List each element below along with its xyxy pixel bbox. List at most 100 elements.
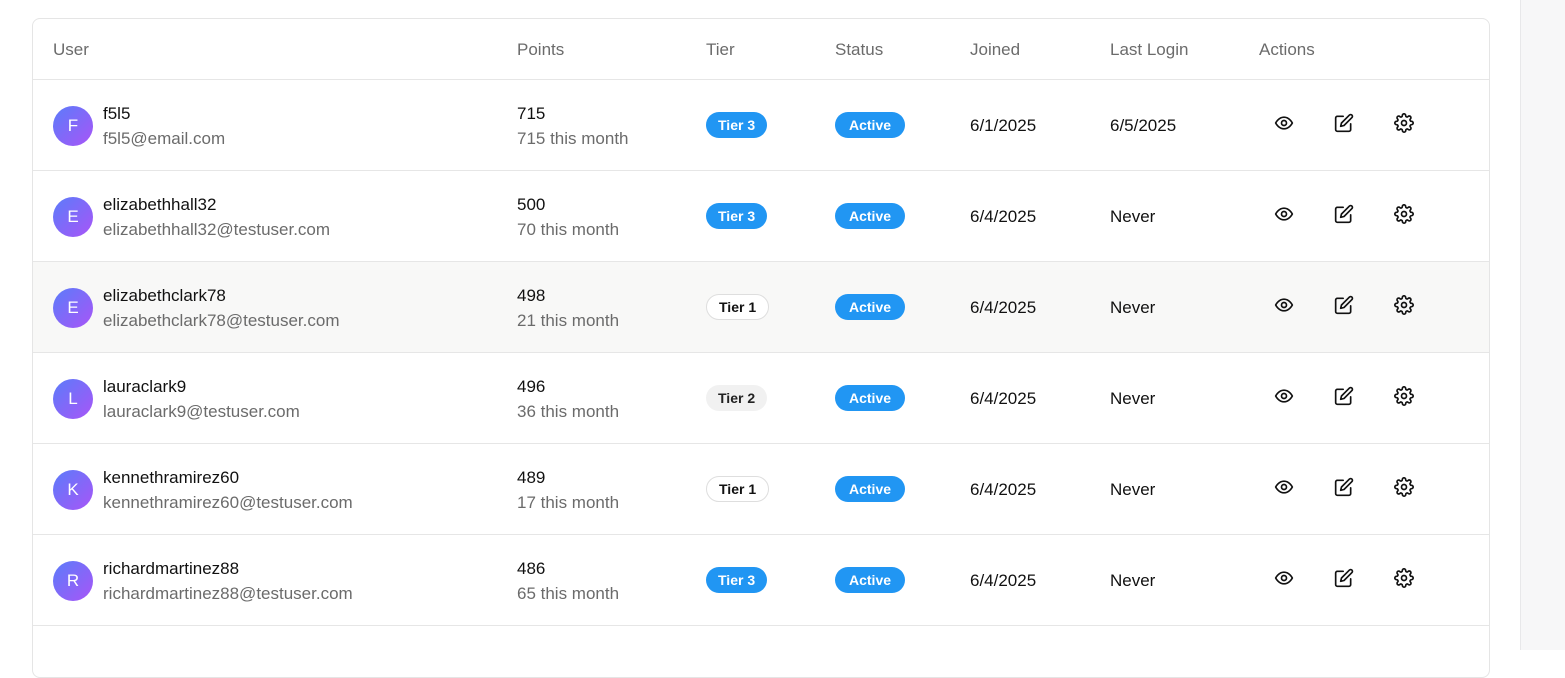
header-last-login[interactable]: Last Login [1110,40,1188,60]
view-button[interactable] [1272,204,1296,228]
last-login-date: Never [1110,207,1156,226]
edit-icon [1334,386,1354,411]
users-table: User Points Tier Status Joined Last Logi… [32,18,1490,678]
username: elizabethhall32 [103,195,217,214]
joined-date: 6/1/2025 [970,116,1037,135]
eye-icon [1274,204,1294,229]
header-joined[interactable]: Joined [970,40,1020,60]
status-badge: Active [835,203,906,229]
points-this-month: 17 this month [517,493,620,512]
last-login-date: 6/5/2025 [1110,116,1177,135]
header-user[interactable]: User [53,40,89,60]
points-this-month: 70 this month [517,220,620,239]
avatar: R [53,561,93,601]
avatar: F [53,106,93,146]
user-email: f5l5@email.com [103,129,226,148]
joined-date: 6/4/2025 [970,207,1037,226]
view-button[interactable] [1272,295,1296,319]
gear-icon [1394,203,1414,229]
status-badge: Active [835,476,906,502]
edit-icon [1334,295,1354,320]
eye-icon [1274,568,1294,593]
last-login-date: Never [1110,298,1156,317]
header-actions: Actions [1259,40,1315,59]
last-login-date: Never [1110,389,1156,408]
gear-icon [1394,385,1414,411]
points-total: 486 [517,559,546,578]
table-row: Ff5l5 f5l5@email.com 715 715 this month Tier… [33,80,1489,171]
table-row: Kkennethramirez60 kennethramirez60@testus… [33,444,1489,535]
username: f5l5 [103,104,131,123]
edit-button[interactable] [1332,204,1356,228]
edit-button[interactable] [1332,113,1356,137]
tier-badge: Tier 3 [706,112,768,138]
username: kennethramirez60 [103,468,240,487]
settings-button[interactable] [1392,476,1416,501]
avatar: E [53,197,93,237]
status-badge: Active [835,385,906,411]
username: richardmartinez88 [103,559,240,578]
eye-icon [1274,295,1294,320]
joined-date: 6/4/2025 [970,571,1037,590]
settings-button[interactable] [1392,112,1416,138]
points-this-month: 36 this month [517,402,620,421]
view-button[interactable] [1272,568,1296,592]
table-row: Rrichardmartinez88 richardmartinez88@test… [33,535,1489,626]
last-login-date: Never [1110,480,1156,499]
username: elizabethclark78 [103,286,226,305]
last-login-date: Never [1110,571,1156,590]
settings-button[interactable] [1392,385,1416,411]
user-email: elizabethhall32@testuser.com [103,220,331,239]
points-total: 500 [517,195,546,214]
edit-button[interactable] [1332,386,1356,410]
view-button[interactable] [1272,113,1296,137]
user-email: elizabethclark78@testuser.com [103,311,340,330]
edit-icon [1334,113,1354,138]
avatar: K [53,470,93,510]
tier-badge: Tier 3 [706,203,768,229]
points-total: 715 [517,104,546,123]
user-email: richardmartinez88@testuser.com [103,584,353,603]
tier-badge: Tier 1 [706,476,770,502]
edit-button[interactable] [1332,477,1356,501]
settings-button[interactable] [1392,294,1416,320]
user-email: lauraclark9@testuser.com [103,402,300,421]
eye-icon [1274,386,1294,411]
edit-button[interactable] [1332,568,1356,592]
table-header-row: User Points Tier Status Joined Last Logi… [33,19,1489,80]
right-scroll-gutter [1520,0,1565,650]
eye-icon [1274,477,1294,502]
tier-badge: Tier 3 [706,567,768,593]
view-button[interactable] [1272,386,1296,410]
header-tier[interactable]: Tier [706,40,735,60]
eye-icon [1274,113,1294,138]
table-row: Llauraclark9 lauraclark9@testuser.com 496 3… [33,353,1489,444]
status-badge: Active [835,567,906,593]
gear-icon [1394,567,1414,593]
table-row: Eelizabethclark78 elizabethclark78@testus… [33,262,1489,353]
tier-badge: Tier 1 [706,294,770,320]
joined-date: 6/4/2025 [970,480,1037,499]
settings-button[interactable] [1392,567,1416,593]
points-this-month: 21 this month [517,311,620,330]
points-total: 496 [517,377,546,396]
settings-button[interactable] [1392,203,1416,229]
gear-icon [1394,112,1414,138]
edit-button[interactable] [1332,295,1356,319]
joined-date: 6/4/2025 [970,389,1037,408]
view-button[interactable] [1272,477,1296,501]
points-this-month: 715 this month [517,129,629,148]
user-email: kennethramirez60@testuser.com [103,493,353,512]
status-badge: Active [835,294,906,320]
header-points[interactable]: Points [517,40,564,60]
gear-icon [1394,294,1414,320]
avatar: L [53,379,93,419]
status-badge: Active [835,112,906,138]
edit-icon [1334,204,1354,229]
tier-badge: Tier 2 [706,385,768,411]
points-total: 489 [517,468,546,487]
username: lauraclark9 [103,377,187,396]
points-total: 498 [517,286,546,305]
edit-icon [1334,568,1354,593]
header-status[interactable]: Status [835,40,883,60]
